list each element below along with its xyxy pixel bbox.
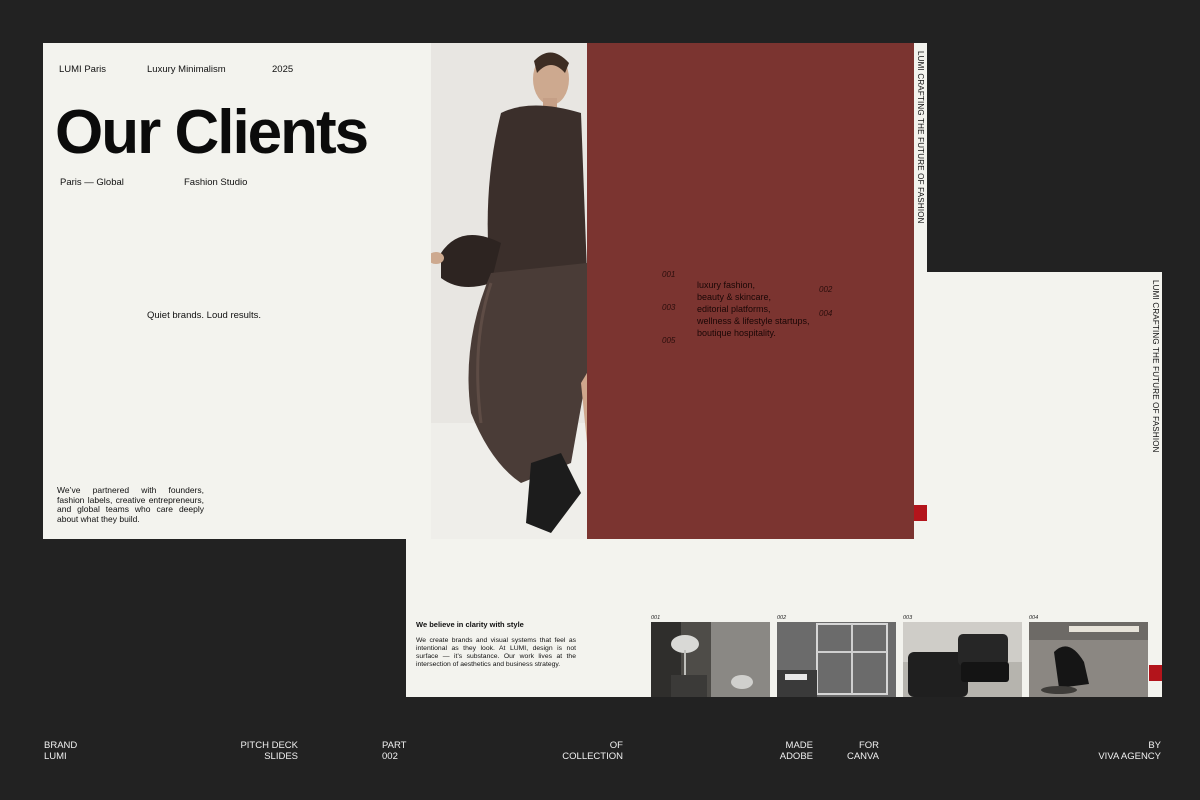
footer-for: FOR CANVA bbox=[830, 740, 879, 762]
back-red-mark bbox=[1149, 665, 1162, 681]
footer-brand: BRAND LUMI bbox=[44, 740, 77, 762]
list-number: 003 bbox=[662, 303, 676, 312]
footer-pitch: PITCH DECK SLIDES bbox=[220, 740, 298, 762]
thumb-number: 004 bbox=[1029, 615, 1039, 621]
list-item: boutique hospitality. bbox=[697, 328, 776, 338]
fashion-model-image bbox=[431, 43, 587, 539]
page-title: Our Clients bbox=[55, 98, 369, 167]
footer-of: OF COLLECTION bbox=[540, 740, 623, 762]
footer-by: BY VIVA AGENCY bbox=[1060, 740, 1161, 762]
list-number: 004 bbox=[819, 309, 833, 318]
footer-text: BY bbox=[1148, 740, 1161, 751]
footer-part: PART 002 bbox=[382, 740, 406, 762]
back-vertical-text: LUMI CRAFTING THE FUTURE OF FASHION bbox=[1151, 280, 1160, 453]
footer-text: OF bbox=[609, 740, 623, 751]
footer-text: LUMI bbox=[44, 751, 67, 762]
footer-text: VIVA AGENCY bbox=[1098, 751, 1161, 762]
intro-paragraph: We’ve partnered with founders, fashion l… bbox=[57, 485, 204, 524]
style-label: Luxury Minimalism bbox=[147, 64, 226, 75]
front-vertical-text: LUMI CRAFTING THE FUTURE OF FASHION bbox=[916, 51, 925, 224]
thumb-number: 003 bbox=[903, 615, 913, 621]
year-label: 2025 bbox=[272, 64, 294, 75]
list-number: 001 bbox=[662, 270, 676, 279]
list-item: wellness & lifestyle startups, bbox=[697, 316, 810, 326]
list-item: editorial platforms, bbox=[697, 304, 771, 314]
front-vertical-strip: LUMI CRAFTING THE FUTURE OF FASHION bbox=[914, 43, 927, 539]
back-vertical-strip: LUMI CRAFTING THE FUTURE OF FASHION bbox=[1149, 272, 1162, 697]
footer-text: SLIDES bbox=[264, 751, 298, 762]
thumb-sofa-image bbox=[903, 622, 1022, 697]
list-item: luxury fashion, bbox=[697, 280, 756, 290]
studio-label: Fashion Studio bbox=[184, 177, 248, 188]
thumb-lamp-image bbox=[651, 622, 770, 697]
footer-made: MADE ADOBE bbox=[760, 740, 813, 762]
thumb-shelf-image bbox=[777, 622, 896, 697]
footer-text: ADOBE bbox=[779, 751, 813, 762]
footer-text: MADE bbox=[785, 740, 813, 751]
brand-label: LUMI Paris bbox=[59, 64, 106, 75]
footer-text: CANVA bbox=[846, 751, 879, 762]
list-number: 002 bbox=[819, 285, 833, 294]
thumb-number: 002 bbox=[777, 615, 787, 621]
back-paragraph: We create brands and visual systems that… bbox=[416, 637, 576, 668]
thumb-number: 001 bbox=[651, 615, 661, 621]
footer-text: PITCH DECK bbox=[240, 740, 298, 751]
list-number: 005 bbox=[662, 336, 676, 345]
footer-text: FOR bbox=[858, 740, 879, 751]
footer-text: BRAND bbox=[44, 740, 78, 751]
client-list: luxury fashion, beauty & skincare, edito… bbox=[697, 279, 810, 339]
location-label: Paris — Global bbox=[60, 177, 124, 188]
slide-front[interactable]: LUMI Paris Luxury Minimalism 2025 Our Cl… bbox=[43, 43, 927, 539]
footer-text: 002 bbox=[382, 751, 398, 762]
client-panel: 001 002 003 004 005 luxury fashion, beau… bbox=[587, 43, 914, 539]
footer-text: PART bbox=[382, 740, 407, 751]
front-red-mark bbox=[914, 505, 927, 521]
tagline: Quiet brands. Loud results. bbox=[147, 310, 262, 321]
footer-text: COLLECTION bbox=[562, 751, 623, 762]
back-heading: We believe in clarity with style bbox=[416, 620, 524, 629]
thumb-chair-image bbox=[1029, 622, 1148, 697]
list-item: beauty & skincare, bbox=[697, 292, 772, 302]
